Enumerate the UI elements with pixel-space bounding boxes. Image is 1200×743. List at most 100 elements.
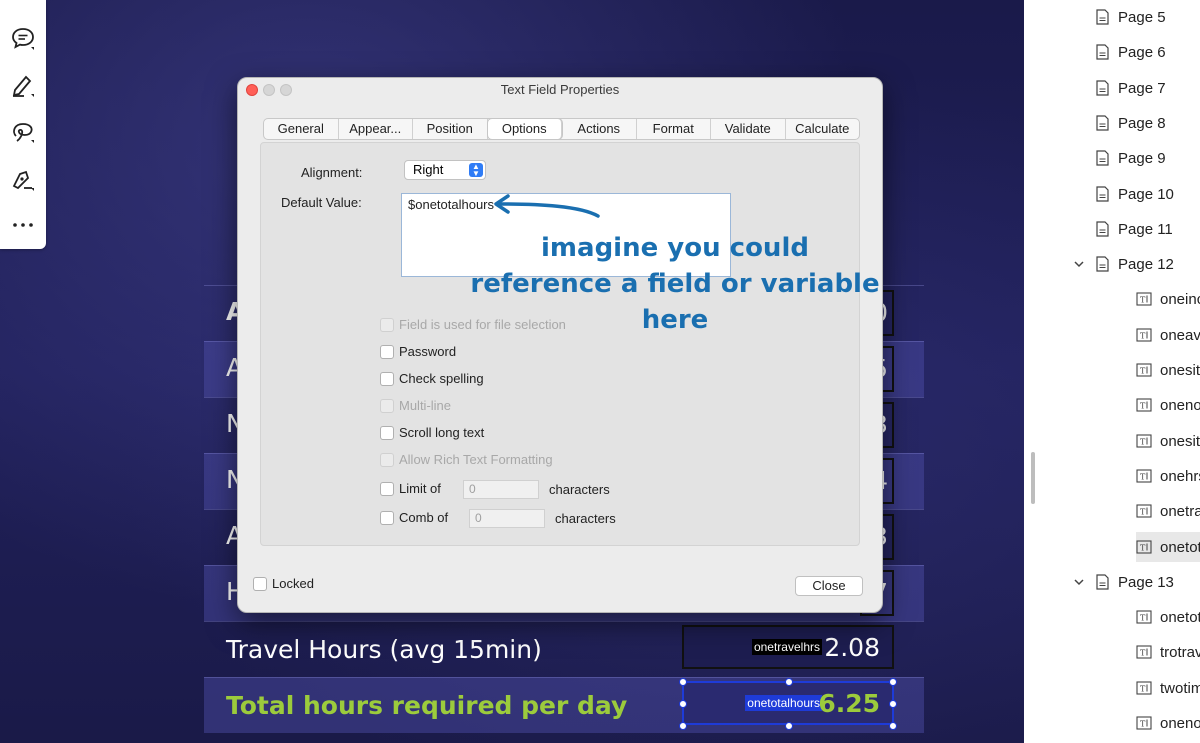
sidebar-page-item[interactable]: Page 5 [1096, 6, 1166, 28]
text-field-icon: T [1136, 645, 1152, 659]
sidebar-field-item[interactable]: Toneavgpr [1136, 320, 1200, 350]
checkbox[interactable] [380, 510, 394, 525]
form-field-onetotalhours[interactable]: onetotalhours 6.25 [679, 678, 897, 730]
page-icon [1096, 186, 1109, 202]
sidebar-field-item[interactable]: Tonesitepw [1136, 355, 1200, 385]
checkbox[interactable] [380, 425, 394, 440]
checkbox[interactable] [380, 481, 394, 496]
sidebar-item-label: oneavgpr [1160, 326, 1200, 344]
form-field-onetravelhrs[interactable]: onetravelhrs 2.08 [682, 625, 894, 669]
chevron-down-icon[interactable] [1073, 258, 1085, 270]
lasso-icon[interactable] [10, 118, 36, 144]
page-icon [1096, 256, 1109, 272]
resize-handle[interactable] [679, 722, 687, 730]
svg-text:T: T [1140, 473, 1146, 482]
sidebar-page-item[interactable]: Page 13 [1096, 571, 1174, 593]
checkbox-multiline: Multi-line [380, 398, 451, 413]
sign-pen-icon[interactable] [10, 166, 36, 192]
annotation-line: imagine you could [541, 233, 809, 263]
checkbox[interactable] [380, 371, 394, 386]
checkbox[interactable] [253, 576, 267, 591]
text-field-icon: T [1136, 292, 1152, 306]
svg-text:T: T [1140, 332, 1146, 341]
sidebar-page-item[interactable]: Page 11 [1096, 218, 1173, 240]
checkbox[interactable] [380, 344, 394, 359]
sidebar-page-item[interactable]: Page 7 [1096, 77, 1166, 99]
checkbox [380, 317, 394, 332]
more-icon[interactable] [10, 212, 36, 238]
annotation-line: reference a field or variable [470, 269, 880, 299]
page-icon [1096, 80, 1109, 96]
tab-validate[interactable]: Validate [711, 119, 786, 139]
sidebar-field-item[interactable]: Tonetravel [1136, 496, 1200, 526]
checkbox-label: Allow Rich Text Formatting [399, 452, 553, 467]
svg-text:T: T [1140, 296, 1146, 305]
checkbox [380, 398, 394, 413]
table-row-total-hours: Total hours required per day onetotalhou… [204, 677, 924, 733]
sidebar-item-label: Page 10 [1118, 185, 1174, 203]
resize-handle[interactable] [785, 722, 793, 730]
checkbox-check-spelling[interactable]: Check spelling [380, 371, 484, 386]
resize-handle[interactable] [679, 678, 687, 686]
svg-text:T: T [1140, 508, 1146, 517]
sidebar-item-label: onesitepc [1160, 432, 1200, 450]
text-field-icon: T [1136, 328, 1152, 342]
field-value: 2.08 [824, 633, 880, 662]
resize-handle[interactable] [679, 700, 687, 708]
alignment-selected-value: Right [413, 162, 444, 177]
sidebar-page-item[interactable]: Page 8 [1096, 112, 1166, 134]
sidebar-item-label: Page 12 [1118, 255, 1174, 273]
sidebar-page-item[interactable]: Page 12 [1096, 253, 1174, 275]
alignment-label: Alignment: [301, 165, 363, 180]
resize-handle[interactable] [889, 678, 897, 686]
resize-handle[interactable] [889, 722, 897, 730]
sidebar-page-item[interactable]: Page 9 [1096, 147, 1166, 169]
highlight-pen-icon[interactable] [10, 72, 36, 98]
sidebar-page-item[interactable]: Page 6 [1096, 41, 1166, 63]
checkbox-limit-of[interactable]: Limit of [380, 481, 441, 496]
checkbox-comb-of[interactable]: Comb of [380, 510, 448, 525]
sidebar-item-label: Page 9 [1118, 149, 1166, 167]
tab-position[interactable]: Position [413, 119, 488, 139]
comment-icon[interactable] [10, 25, 36, 51]
tab-options[interactable]: Options [487, 119, 562, 139]
sidebar-scrollbar[interactable] [1031, 452, 1035, 504]
text-field-icon: T [1136, 681, 1152, 695]
characters-label: characters [555, 511, 616, 526]
alignment-select[interactable]: Right ▲ ▼ [404, 160, 486, 180]
checkbox-password[interactable]: Password [380, 344, 456, 359]
sidebar-field-item[interactable]: Tonehrsps [1136, 461, 1200, 491]
resize-handle[interactable] [889, 700, 897, 708]
tab-calculate[interactable]: Calculate [786, 119, 860, 139]
sidebar-page-item[interactable]: Page 10 [1096, 183, 1174, 205]
sidebar-field-item[interactable]: Ttwotimep [1136, 673, 1200, 703]
sidebar-item-label: Page 11 [1118, 220, 1173, 238]
sidebar-field-item[interactable]: Ttrotravelh [1136, 637, 1200, 667]
sidebar-field-item[interactable]: Tonetotalh [1136, 532, 1200, 562]
page-icon [1096, 115, 1109, 131]
sidebar-field-item[interactable]: Tonetotalh [1136, 602, 1200, 632]
sidebar-item-label: onetravel [1160, 502, 1200, 520]
chevron-down-icon[interactable] [1073, 576, 1085, 588]
tab-actions[interactable]: Actions [562, 119, 637, 139]
resize-handle[interactable] [785, 678, 793, 686]
tab-general[interactable]: General [264, 119, 339, 139]
checkbox-scroll-long-text[interactable]: Scroll long text [380, 425, 484, 440]
close-button[interactable]: Close [795, 576, 863, 596]
sidebar-item-label: onesitepw [1160, 361, 1200, 379]
page-icon [1096, 44, 1109, 60]
characters-label: characters [549, 482, 610, 497]
sidebar-item-label: Page 8 [1118, 114, 1166, 132]
default-value-label: Default Value: [281, 195, 362, 210]
sidebar-field-item[interactable]: Toneincpw [1136, 284, 1200, 314]
svg-text:T: T [1140, 720, 1146, 729]
tab-format[interactable]: Format [637, 119, 711, 139]
sidebar-field-item[interactable]: Tonesitepc [1136, 426, 1200, 456]
text-field-icon: T [1136, 716, 1152, 730]
sidebar-field-item[interactable]: Tonenoday [1136, 390, 1200, 420]
sidebar-item-label: trotravelh [1160, 643, 1200, 661]
annotation-arrow-icon [494, 194, 600, 218]
sidebar-field-item[interactable]: Tonenoday [1136, 708, 1200, 738]
tab-appearance[interactable]: Appear... [339, 119, 413, 139]
checkbox-locked[interactable]: Locked [253, 576, 314, 591]
